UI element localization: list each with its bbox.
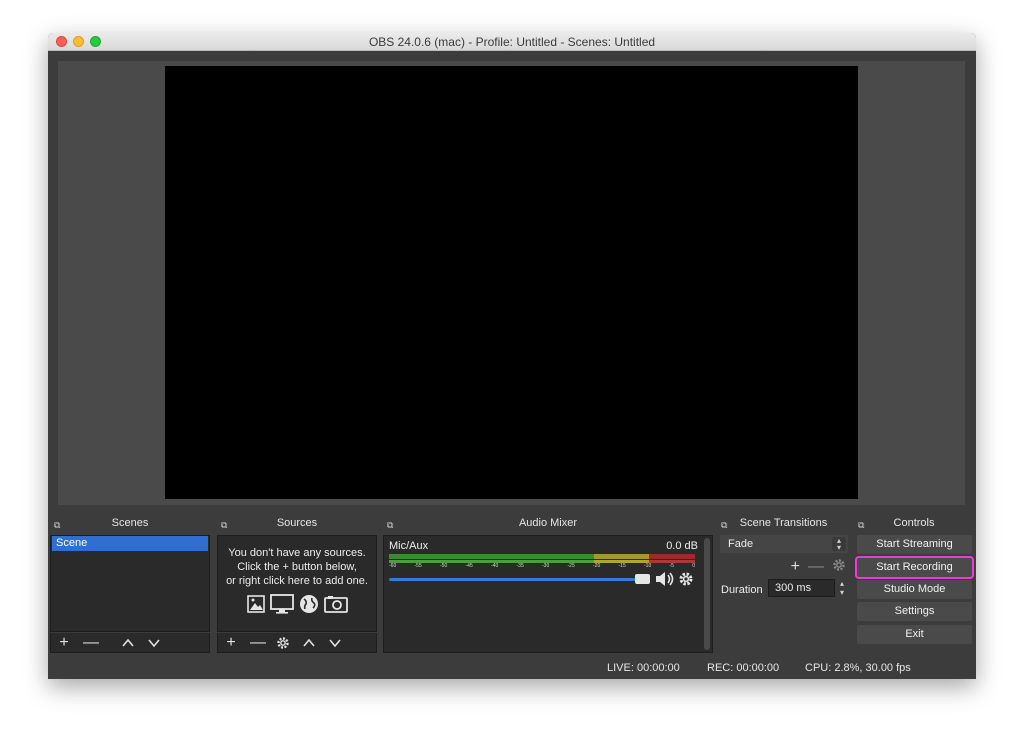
controls-dock-header: ⧉ Controls bbox=[854, 515, 974, 531]
start-streaming-button[interactable]: Start Streaming bbox=[857, 535, 972, 554]
mixer-settings-gear-icon[interactable] bbox=[678, 571, 694, 590]
scenes-dock: ⧉ Scenes Scene + — bbox=[50, 515, 210, 653]
recording-status: REC: 00:00:00 bbox=[707, 662, 780, 674]
add-scene-plus-icon[interactable]: + bbox=[57, 634, 71, 651]
meter-tick-label: -20 bbox=[593, 563, 601, 569]
move-source-up-chevron-icon[interactable] bbox=[302, 636, 316, 650]
meter-tick-label: -5 bbox=[669, 563, 674, 569]
video-capture-camera-icon bbox=[324, 596, 348, 613]
scene-transitions-dock-title: Scene Transitions bbox=[739, 517, 828, 529]
preview-canvas[interactable] bbox=[165, 66, 858, 499]
live-status: LIVE: 00:00:00 bbox=[607, 662, 680, 674]
mixer-channel-level: 0.0 dB bbox=[666, 540, 698, 552]
meter-tick-label: -35 bbox=[516, 563, 524, 569]
image-source-icon bbox=[247, 595, 265, 613]
meter-tick-label: -50 bbox=[440, 563, 448, 569]
title-bar: OBS 24.0.6 (mac) - Profile: Untitled - S… bbox=[48, 33, 976, 51]
studio-mode-button[interactable]: Studio Mode bbox=[857, 580, 972, 599]
transition-tools: + — bbox=[791, 558, 846, 576]
audio-mixer-body: Mic/Aux 0.0 dB -60 -55 -50 -45 -40 -35 -30 -25-… bbox=[383, 535, 713, 653]
scene-transitions-dock: ⧉ Scene Transitions Fade ▴ ▾ + — Duration… bbox=[717, 515, 850, 653]
start-recording-button[interactable]: Start Recording bbox=[855, 556, 974, 579]
sources-dock: ⧉ Sources You don't have any sources. Cl… bbox=[217, 515, 377, 653]
move-scene-down-chevron-icon[interactable] bbox=[147, 636, 161, 650]
scenes-dock-header: ⧉ Scenes bbox=[50, 515, 210, 531]
scene-list-item[interactable]: Scene bbox=[52, 536, 208, 551]
source-properties-gear-icon[interactable] bbox=[276, 636, 290, 650]
sources-empty-message: You don't have any sources. Click the + … bbox=[226, 547, 368, 587]
volume-meter-ticks: -60 -55 -50 -45 -40 -35 -30 -25 -20 -15 -10 -5 0 bbox=[389, 563, 695, 571]
settings-button[interactable]: Settings bbox=[857, 602, 972, 621]
volume-meter bbox=[389, 554, 695, 559]
transition-type-value: Fade bbox=[728, 538, 754, 550]
meter-tick-label: -45 bbox=[465, 563, 473, 569]
obs-window: OBS 24.0.6 (mac) - Profile: Untitled - S… bbox=[48, 33, 976, 679]
undock-icon[interactable]: ⧉ bbox=[221, 517, 227, 533]
remove-source-minus-icon[interactable]: — bbox=[250, 634, 266, 651]
mixer-channel-row: Mic/Aux 0.0 dB bbox=[389, 540, 698, 552]
browser-source-globe-icon bbox=[300, 595, 318, 613]
scenes-list[interactable]: Scene bbox=[50, 535, 210, 632]
undock-icon[interactable]: ⧉ bbox=[54, 517, 60, 533]
sources-list[interactable]: You don't have any sources. Click the + … bbox=[217, 535, 377, 632]
meter-tick-label: -60 bbox=[389, 563, 397, 569]
move-scene-up-chevron-icon[interactable] bbox=[121, 636, 135, 650]
transition-type-select[interactable]: Fade ▴ ▾ bbox=[720, 535, 848, 553]
meter-tick-label: -55 bbox=[414, 563, 422, 569]
undock-icon[interactable]: ⧉ bbox=[858, 517, 864, 533]
mixer-channel-name: Mic/Aux bbox=[389, 540, 429, 552]
source-type-icons bbox=[218, 594, 376, 614]
meter-tick-label: -10 bbox=[644, 563, 652, 569]
meter-tick-label: -25 bbox=[567, 563, 575, 569]
undock-icon[interactable]: ⧉ bbox=[721, 517, 727, 533]
mixer-scrollbar[interactable] bbox=[704, 538, 710, 650]
meter-tick-label: 0 bbox=[692, 563, 695, 569]
undock-icon[interactable]: ⧉ bbox=[387, 517, 393, 533]
controls-dock-title: Controls bbox=[893, 517, 935, 529]
remove-transition-minus-icon[interactable]: — bbox=[808, 559, 824, 575]
select-arrows-icon: ▴ ▾ bbox=[832, 537, 846, 552]
audio-mixer-dock-header: ⧉ Audio Mixer bbox=[383, 515, 713, 531]
duration-input[interactable]: 300 ms bbox=[768, 579, 835, 597]
audio-mixer-dock: ⧉ Audio Mixer Mic/Aux 0.0 dB -60 -55 -50 -4… bbox=[383, 515, 713, 653]
status-bar: LIVE: 00:00:00 REC: 00:00:00 CPU: 2.8%, … bbox=[48, 658, 976, 679]
audio-mixer-dock-title: Audio Mixer bbox=[518, 517, 578, 529]
meter-tick-label: -15 bbox=[618, 563, 626, 569]
move-source-down-chevron-icon[interactable] bbox=[328, 636, 342, 650]
window-title: OBS 24.0.6 (mac) - Profile: Untitled - S… bbox=[368, 35, 656, 49]
transition-properties-gear-icon[interactable] bbox=[832, 558, 846, 576]
scenes-toolbar: + — bbox=[50, 633, 210, 653]
scenes-dock-title: Scenes bbox=[111, 517, 149, 529]
add-source-plus-icon[interactable]: + bbox=[224, 634, 238, 651]
sources-toolbar: + — bbox=[217, 633, 377, 653]
display-capture-icon bbox=[270, 594, 294, 614]
scene-transitions-dock-header: ⧉ Scene Transitions bbox=[717, 515, 850, 531]
controls-dock: ⧉ Controls Start Streaming Start Recordi… bbox=[854, 515, 974, 653]
meter-tick-label: -40 bbox=[491, 563, 499, 569]
duration-label: Duration bbox=[721, 584, 763, 596]
speaker-mute-icon[interactable] bbox=[655, 571, 675, 590]
cpu-status: CPU: 2.8%, 30.00 fps bbox=[805, 662, 911, 674]
meter-tick-label: -30 bbox=[542, 563, 550, 569]
exit-button[interactable]: Exit bbox=[857, 625, 972, 644]
volume-slider-handle[interactable] bbox=[635, 574, 650, 584]
volume-slider[interactable] bbox=[389, 578, 637, 581]
add-transition-plus-icon[interactable]: + bbox=[791, 559, 800, 575]
sources-dock-header: ⧉ Sources bbox=[217, 515, 377, 531]
preview-area bbox=[58, 61, 965, 505]
remove-scene-minus-icon[interactable]: — bbox=[83, 634, 99, 651]
duration-stepper-icon[interactable]: ▴ ▾ bbox=[836, 579, 848, 599]
sources-dock-title: Sources bbox=[276, 517, 318, 529]
